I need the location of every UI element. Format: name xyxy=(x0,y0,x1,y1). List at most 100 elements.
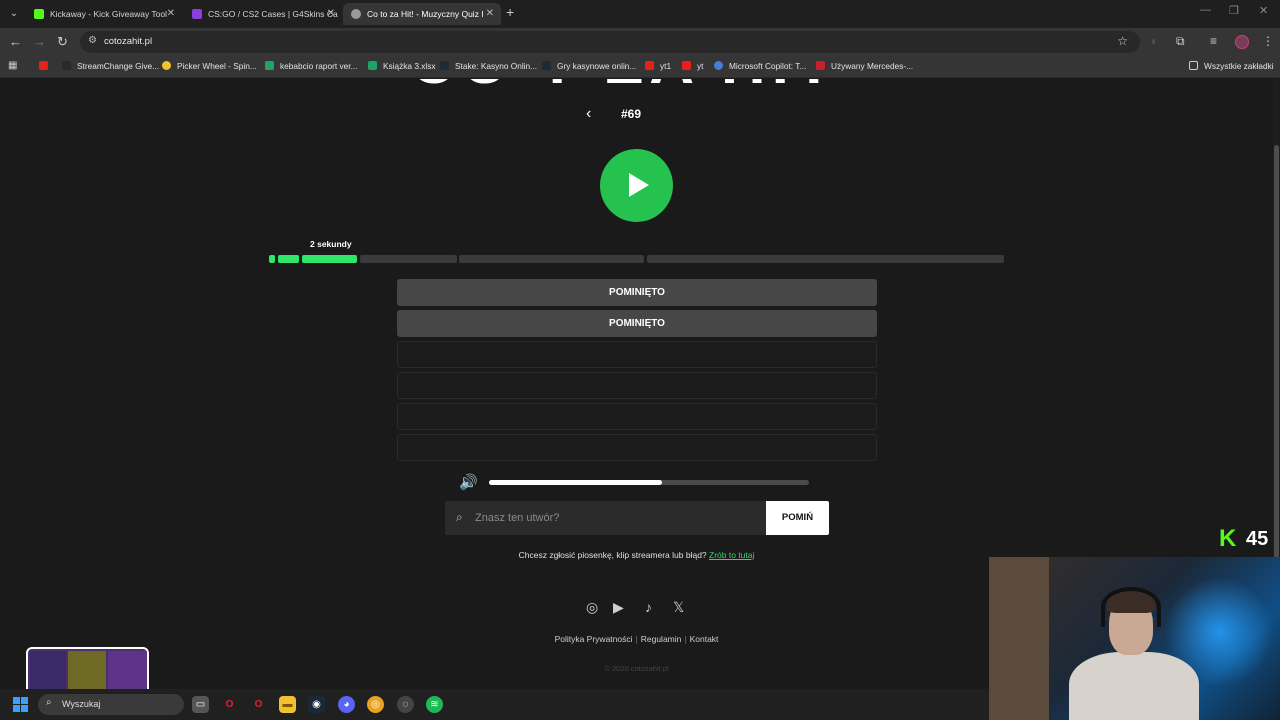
steam-icon[interactable]: ◉ xyxy=(308,696,325,713)
reload-icon[interactable]: ↻ xyxy=(57,34,68,50)
copilot-favicon-icon xyxy=(714,61,723,70)
bookmark-item[interactable]: Używany Mercedes-... xyxy=(816,61,913,71)
stake-favicon-icon xyxy=(542,61,551,70)
bookmark-label: Microsoft Copilot: T... xyxy=(729,61,807,71)
instagram-icon[interactable]: ◎ xyxy=(586,599,598,616)
site-logo[interactable]: CO T ZA HIT xyxy=(410,79,850,95)
logo-wordmark: CO T ZA HIT xyxy=(410,79,839,95)
all-bookmarks-folder[interactable]: Wszystkie zakładki xyxy=(1189,61,1274,71)
close-tab-icon[interactable]: ✕ xyxy=(486,3,494,25)
bookmark-label: yt1 xyxy=(660,61,672,71)
bookmark-item[interactable]: Microsoft Copilot: T... xyxy=(714,61,806,71)
bookmark-item[interactable]: Książka 3.xlsx xyxy=(368,61,436,71)
folder-icon xyxy=(1189,61,1198,70)
bookmark-label: Picker Wheel - Spin... xyxy=(177,61,257,71)
privacy-policy-link[interactable]: Polityka Prywatności xyxy=(555,634,633,644)
song-search-input[interactable] xyxy=(475,501,760,535)
omnibox[interactable]: ⚙ cotozahit.pl ☆ xyxy=(80,31,1140,53)
tab-title: Co to za Hit! - Muzyczny Quiz I xyxy=(367,9,484,19)
menu-kebab-icon[interactable]: ⋮ xyxy=(1262,34,1274,48)
url-text[interactable]: cotozahit.pl xyxy=(104,36,152,47)
profile-avatar[interactable] xyxy=(1235,35,1249,49)
bookmark-item[interactable]: Stake: Kasyno Onlin... xyxy=(440,61,537,71)
report-link[interactable]: Zrób to tutaj xyxy=(709,550,754,560)
restore-icon[interactable]: ❐ xyxy=(1229,4,1239,17)
youtube-icon[interactable]: ▶ xyxy=(613,599,624,616)
report-text: Chcesz zgłosić piosenkę, klip streamera … xyxy=(518,550,707,560)
guess-row-3 xyxy=(397,341,877,368)
terms-link[interactable]: Regulamin xyxy=(641,634,682,644)
tab-g4skins[interactable]: CS:GO / CS2 Cases | G4Skins Ca ✕ xyxy=(184,3,342,25)
opera-gx-icon[interactable]: O xyxy=(250,696,267,713)
discord-icon[interactable]: ◕ xyxy=(338,696,355,713)
tab-search-icon[interactable]: ⌄ xyxy=(6,6,22,22)
tab-title: Kickaway - Kick Giveaway Tool xyxy=(50,9,167,19)
bookmark-item[interactable]: Picker Wheel - Spin... xyxy=(162,61,257,71)
apps-grid-icon[interactable]: ▦ xyxy=(8,60,17,71)
progress-segment-3 xyxy=(302,255,357,263)
streamchange-favicon-icon xyxy=(62,61,71,70)
bookmark-item[interactable] xyxy=(39,61,54,71)
guess-row-4 xyxy=(397,372,877,399)
close-window-icon[interactable]: ✕ xyxy=(1259,4,1268,17)
reading-list-icon[interactable]: ≡ xyxy=(1210,34,1217,48)
opera-icon[interactable]: O xyxy=(221,696,238,713)
webcam-person-body xyxy=(1069,652,1199,720)
bookmark-item[interactable]: StreamChange Give... xyxy=(62,61,159,71)
bookmark-item[interactable]: yt1 xyxy=(645,61,671,71)
progress-segment-2 xyxy=(278,255,299,263)
progress-segment-1 xyxy=(269,255,275,263)
separator: | xyxy=(684,634,687,644)
x-icon[interactable]: 𝕏 xyxy=(673,599,684,616)
picker-wheel-favicon-icon xyxy=(162,61,171,70)
minimize-icon[interactable]: — xyxy=(1200,4,1211,16)
new-tab-icon[interactable]: + xyxy=(506,4,514,20)
bookmark-label: Stake: Kasyno Onlin... xyxy=(455,61,538,71)
bookmark-item[interactable]: yt xyxy=(682,61,703,71)
tab-kickaway[interactable]: Kickaway - Kick Giveaway Tool ✕ xyxy=(26,3,182,25)
time-label: 2 sekundy xyxy=(310,239,352,249)
progress-segment-5 xyxy=(459,255,644,263)
bookmark-item[interactable]: Gry kasynowe onlin... xyxy=(542,61,636,71)
extensions-puzzle-icon[interactable]: ⧉ xyxy=(1176,34,1185,49)
guess-row-2: POMINIĘTO xyxy=(397,310,877,337)
tab-cotozahit[interactable]: Co to za Hit! - Muzyczny Quiz I ✕ xyxy=(343,3,501,25)
forward-icon[interactable]: → xyxy=(33,34,46,49)
spotify-icon[interactable]: ≋ xyxy=(426,696,443,713)
extension-icon[interactable]: ◐ xyxy=(1151,34,1158,48)
play-button[interactable] xyxy=(600,149,673,222)
all-bookmarks-label: Wszystkie zakładki xyxy=(1204,61,1274,71)
tab-title: CS:GO / CS2 Cases | G4Skins Ca xyxy=(208,9,338,19)
play-icon xyxy=(629,173,649,197)
bookmark-star-icon[interactable]: ☆ xyxy=(1117,34,1128,48)
search-icon: ⌕ xyxy=(456,510,463,524)
youtube-favicon-icon xyxy=(39,61,48,70)
file-explorer-icon[interactable]: ▬ xyxy=(279,696,296,713)
skip-button[interactable]: POMIŃ xyxy=(766,501,829,535)
taskbar-search[interactable]: ⌕ Wyszukaj xyxy=(38,694,184,715)
otomoto-favicon-icon xyxy=(816,61,825,70)
close-tab-icon[interactable]: ✕ xyxy=(167,3,175,25)
close-tab-icon[interactable]: ✕ xyxy=(327,3,335,25)
g4skins-favicon-icon xyxy=(192,9,202,19)
youtube-favicon-icon xyxy=(682,61,691,70)
tiktok-icon[interactable]: ♪ xyxy=(645,599,652,615)
site-info-icon[interactable]: ⚙ xyxy=(88,35,97,46)
chrome-icon[interactable]: ◎ xyxy=(367,696,384,713)
guess-row-5 xyxy=(397,403,877,430)
task-view-icon[interactable]: ▭ xyxy=(192,696,209,713)
song-search: ⌕ xyxy=(445,501,766,535)
webcam-wall xyxy=(989,557,1049,720)
excel-favicon-icon xyxy=(368,61,377,70)
bookmark-item[interactable]: kebabcio raport ver... xyxy=(265,61,357,71)
volume-icon[interactable]: 🔊 xyxy=(459,473,478,491)
bookmark-label: Gry kasynowe onlin... xyxy=(557,61,637,71)
progress-segment-6 xyxy=(647,255,1004,263)
app-icon[interactable]: ◌ xyxy=(397,696,414,713)
volume-slider[interactable] xyxy=(489,480,809,485)
previous-episode-icon[interactable]: ‹ xyxy=(586,105,591,123)
contact-link[interactable]: Kontakt xyxy=(690,634,719,644)
back-icon[interactable]: ← xyxy=(9,34,22,49)
guess-row-6 xyxy=(397,434,877,461)
windows-start-icon[interactable] xyxy=(13,697,29,713)
